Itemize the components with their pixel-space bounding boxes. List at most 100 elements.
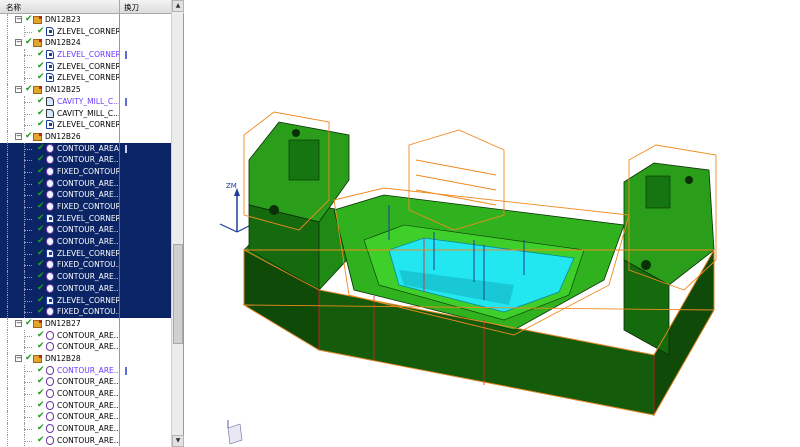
tree-operation-row[interactable]: ✔ CONTOUR_ARE... bbox=[0, 271, 171, 283]
tool-change-cell bbox=[121, 411, 171, 423]
collapse-toggle-icon[interactable]: − bbox=[15, 132, 22, 140]
operation-label: CONTOUR_ARE... bbox=[57, 412, 120, 422]
scroll-up-arrow-icon[interactable]: ▲ bbox=[172, 0, 184, 12]
tree-operation-row[interactable]: ✔ FIXED_CONTOU... bbox=[0, 259, 171, 272]
tree-group-row[interactable]: − ✔ DN12B23 bbox=[0, 14, 171, 26]
tree-connector-line bbox=[7, 107, 8, 120]
tree-operation-row[interactable]: ✔ CONTOUR_ARE... bbox=[0, 399, 171, 412]
tool-change-cell bbox=[121, 37, 171, 49]
operation-label: ZLEVEL_CORNER... bbox=[57, 73, 119, 83]
tree-operation-row[interactable]: ✔ CONTOUR_ARE... bbox=[0, 282, 171, 295]
tree-operation-row[interactable]: ✔ ZLEVEL_CORNER... bbox=[0, 25, 171, 38]
view-orientation-cube[interactable] bbox=[227, 420, 243, 445]
graphics-window[interactable]: ZM bbox=[184, 0, 800, 447]
operation-label: CONTOUR_ARE... bbox=[57, 435, 120, 445]
scroll-thumb[interactable] bbox=[173, 244, 183, 344]
status-check-icon: ✔ bbox=[37, 364, 45, 375]
status-check-icon: ✔ bbox=[37, 423, 45, 434]
collapse-toggle-icon[interactable]: − bbox=[15, 16, 22, 23]
column-header-name[interactable]: 名称 bbox=[0, 0, 120, 14]
collapse-toggle-icon[interactable]: − bbox=[15, 39, 22, 47]
tree-operation-row[interactable]: ✔ ZLEVEL_CORNER... bbox=[0, 247, 171, 260]
tree-operation-row[interactable]: ✔ CAVITY_MILL_C... bbox=[0, 95, 171, 108]
part-model-view[interactable] bbox=[184, 0, 800, 447]
operation-name-cell: ✔ ZLEVEL_CORNER... bbox=[0, 119, 120, 131]
tree-branch-line bbox=[24, 31, 32, 33]
tree-operation-row[interactable]: ✔ ZLEVEL_CORNER... bbox=[0, 212, 171, 225]
tree-operation-row[interactable]: ✔ CAVITY_MILL_C... bbox=[0, 107, 171, 120]
tree-operation-row[interactable]: ✔ CONTOUR_ARE... bbox=[0, 423, 171, 435]
status-check-icon: ✔ bbox=[25, 317, 33, 328]
contour-operation-icon bbox=[46, 178, 54, 188]
tree-group-row[interactable]: − ✔ DN12B27 bbox=[0, 317, 171, 330]
tree-operation-row[interactable]: ✔ CONTOUR_ARE... bbox=[0, 411, 171, 424]
status-check-icon: ✔ bbox=[37, 177, 45, 188]
contour-operation-icon bbox=[46, 166, 54, 176]
tree-operation-row[interactable]: ✔ CONTOUR_ARE... bbox=[0, 434, 171, 447]
navigator-scrollbar[interactable]: ▲ ▼ bbox=[171, 0, 184, 447]
tree-operation-row[interactable]: ✔ ZLEVEL_CORNER... bbox=[0, 72, 171, 85]
contour-operation-icon bbox=[46, 377, 54, 387]
tree-connector-line bbox=[7, 165, 8, 178]
tree-operation-row[interactable]: ✔ CONTOUR_ARE... bbox=[0, 329, 171, 342]
zlevel-operation-icon bbox=[46, 73, 54, 83]
status-check-icon: ✔ bbox=[37, 376, 45, 387]
collapse-toggle-icon[interactable]: − bbox=[15, 319, 22, 327]
contour-operation-icon bbox=[46, 260, 54, 270]
tree-operation-row[interactable]: ✔ CONTOUR_ARE... bbox=[0, 154, 171, 166]
tree-operation-row[interactable]: ✔ ZLEVEL_CORNER... bbox=[0, 294, 171, 307]
status-check-icon: ✔ bbox=[37, 247, 45, 258]
tree-operation-row[interactable]: ✔ ZLEVEL_CORNER... bbox=[0, 49, 171, 61]
tool-change-cell bbox=[121, 143, 171, 155]
tree-group-row[interactable]: − ✔ DN12B28 bbox=[0, 352, 171, 365]
zlevel-operation-icon bbox=[46, 213, 54, 223]
tree-operation-row[interactable]: ✔ FIXED_CONTOU... bbox=[0, 306, 171, 318]
program-group-icon bbox=[33, 39, 42, 48]
tree-operation-row[interactable]: ✔ CONTOUR_ARE... bbox=[0, 224, 171, 237]
tree-branch-line bbox=[24, 265, 32, 267]
tree-group-row[interactable]: − ✔ DN12B24 bbox=[0, 37, 171, 50]
status-check-icon: ✔ bbox=[25, 352, 33, 363]
operation-label: CAVITY_MILL_C... bbox=[57, 108, 120, 118]
operation-label: CONTOUR_ARE... bbox=[57, 377, 120, 387]
tree-operation-row[interactable]: ✔ CONTOUR_ARE... bbox=[0, 189, 171, 201]
tree-operation-row[interactable]: ✔ ZLEVEL_CORNER... bbox=[0, 60, 171, 73]
tree-operation-row[interactable]: ✔ CONTOUR_ARE... bbox=[0, 376, 171, 388]
tool-change-cell bbox=[121, 84, 171, 96]
tree-connector-line bbox=[7, 201, 8, 213]
status-check-icon: ✔ bbox=[25, 37, 33, 48]
operation-tree[interactable]: −✔DN12B23✔ZLEVEL_CORNER...−✔DN12B24✔ZLEV… bbox=[0, 14, 171, 447]
operation-navigator[interactable]: 名称 换刀 −✔DN12B23✔ZLEVEL_CORNER...−✔DN12B2… bbox=[0, 0, 184, 447]
tree-group-row[interactable]: − ✔ DN12B25 bbox=[0, 84, 171, 96]
scroll-down-arrow-icon[interactable]: ▼ bbox=[172, 435, 184, 447]
contour-operation-icon bbox=[46, 155, 54, 165]
operation-name-cell: ✔ ZLEVEL_CORNER... bbox=[0, 60, 120, 73]
tree-connector-line bbox=[7, 294, 8, 307]
tree-operation-row[interactable]: ✔ FIXED_CONTOUR bbox=[0, 165, 171, 178]
tree-operation-row[interactable]: ✔ CONTOUR_ARE... bbox=[0, 388, 171, 400]
status-check-icon: ✔ bbox=[37, 95, 45, 106]
tree-group-row[interactable]: − ✔ DN12B26 bbox=[0, 130, 171, 143]
tree-operation-row[interactable]: ✔ ZLEVEL_CORNER... bbox=[0, 119, 171, 131]
tree-operation-row[interactable]: ✔ CONTOUR_ARE... bbox=[0, 364, 171, 377]
tree-operation-row[interactable]: ✔ FIXED_CONTOUR bbox=[0, 201, 171, 213]
tool-change-cell bbox=[121, 119, 171, 131]
tool-change-cell bbox=[121, 154, 171, 166]
tree-connector-line bbox=[7, 142, 8, 155]
operation-name-cell: ✔ ZLEVEL_CORNER... bbox=[0, 294, 120, 307]
column-header-tool-change[interactable]: 换刀 bbox=[121, 0, 171, 14]
collapse-toggle-icon[interactable]: − bbox=[15, 354, 22, 362]
operation-name-cell: ✔ CONTOUR_ARE... bbox=[0, 271, 120, 283]
tree-connector-line bbox=[7, 60, 8, 73]
operation-name-cell: − ✔ DN12B24 bbox=[0, 37, 120, 50]
tree-operation-row[interactable]: ✔ CONTOUR_ARE... bbox=[0, 177, 171, 190]
tree-operation-row[interactable]: ✔ CONTOUR_ARE... bbox=[0, 341, 171, 353]
tree-operation-row[interactable]: ✔ CONTOUR_ARE... bbox=[0, 236, 171, 248]
operation-name-cell: ✔ ZLEVEL_CORNER... bbox=[0, 212, 120, 225]
collapse-toggle-icon[interactable]: − bbox=[15, 86, 22, 94]
operation-name-cell: ✔ ZLEVEL_CORNER... bbox=[0, 247, 120, 260]
tree-branch-line bbox=[24, 242, 32, 244]
status-check-icon: ✔ bbox=[37, 224, 45, 235]
operation-label: CONTOUR_ARE... bbox=[57, 400, 120, 410]
tree-operation-row[interactable]: ✔ CONTOUR_AREA bbox=[0, 142, 171, 155]
